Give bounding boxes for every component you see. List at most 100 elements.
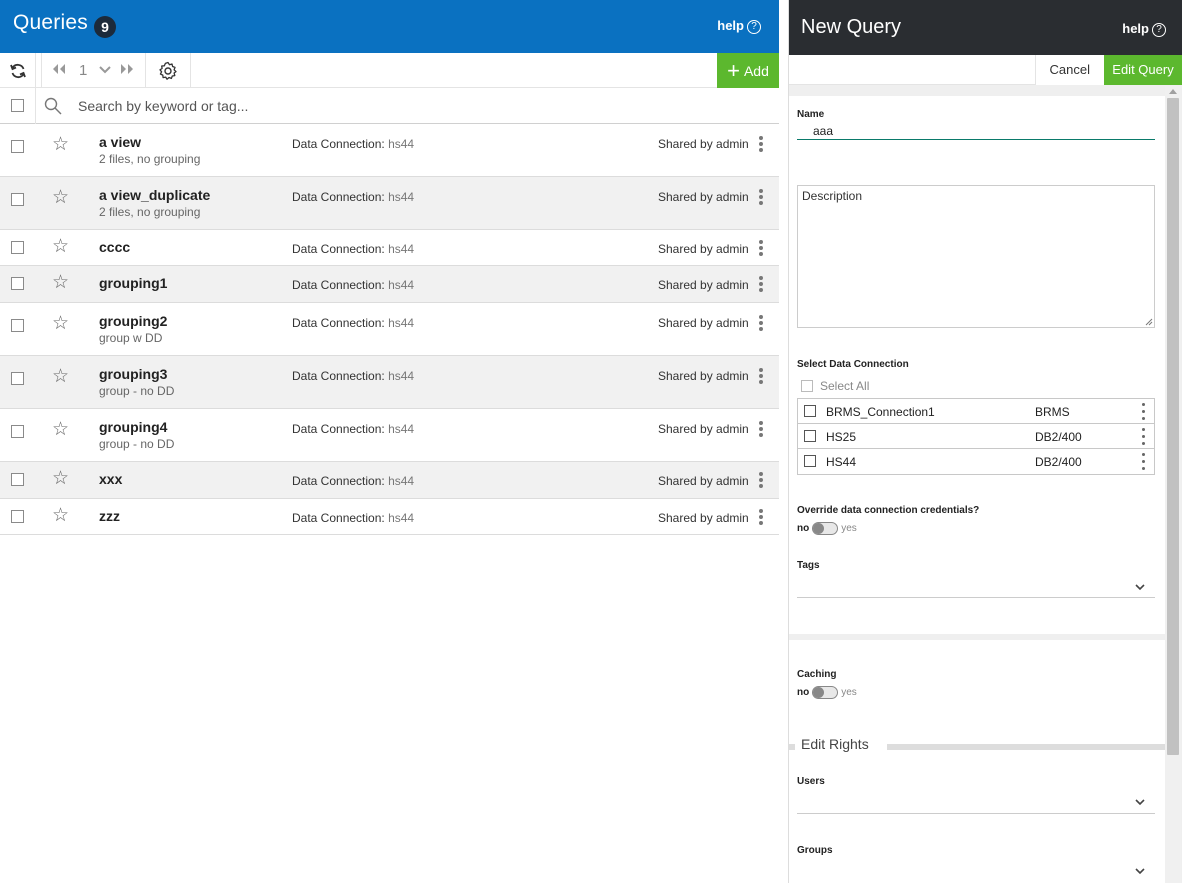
more-options-icon[interactable] <box>756 134 766 154</box>
table-row[interactable]: ☆ xxx Data Connection: hs44 Shared by ad… <box>0 462 779 499</box>
star-icon[interactable]: ☆ <box>52 314 69 334</box>
query-name[interactable]: grouping2 <box>99 313 167 329</box>
table-row[interactable]: ☆ cccc Data Connection: hs44 Shared by a… <box>0 230 779 266</box>
table-row[interactable]: ☆ a view_duplicate 2 files, no grouping … <box>0 177 779 230</box>
row-checkbox[interactable] <box>11 510 24 523</box>
help-link[interactable]: help? <box>1122 21 1166 37</box>
star-icon[interactable]: ☆ <box>52 506 69 526</box>
row-checkbox[interactable] <box>11 277 24 290</box>
search-row <box>0 88 779 124</box>
more-options-icon[interactable] <box>756 238 766 258</box>
more-options-icon[interactable] <box>1142 453 1146 470</box>
caching-toggle[interactable]: no yes <box>797 686 857 699</box>
star-icon[interactable]: ☆ <box>52 237 69 257</box>
refresh-button[interactable] <box>0 53 35 88</box>
query-name[interactable]: xxx <box>99 471 122 487</box>
query-name[interactable]: a view <box>99 134 141 150</box>
data-connection: Data Connection: hs44 <box>292 511 414 525</box>
description-field[interactable] <box>797 185 1155 328</box>
row-checkbox[interactable] <box>11 193 24 206</box>
panel-title: New Query <box>801 16 902 38</box>
query-name[interactable]: a view_duplicate <box>99 187 210 203</box>
star-icon[interactable]: ☆ <box>52 420 69 440</box>
search-input[interactable] <box>78 96 578 116</box>
star-icon[interactable]: ☆ <box>52 273 69 293</box>
connection-checkbox[interactable] <box>804 405 816 417</box>
scroll-thumb[interactable] <box>1167 98 1179 755</box>
more-options-icon[interactable] <box>1142 428 1146 445</box>
cancel-button[interactable]: Cancel <box>1034 55 1104 85</box>
row-checkbox[interactable] <box>11 473 24 486</box>
connection-checkbox[interactable] <box>804 430 816 442</box>
resize-grip-icon[interactable] <box>1145 318 1153 326</box>
refresh-icon <box>9 63 26 78</box>
users-dropdown[interactable] <box>797 813 1155 814</box>
select-data-connection-label: Select Data Connection <box>797 359 909 370</box>
more-options-icon[interactable] <box>756 274 766 294</box>
connection-row[interactable]: HS25 DB2/400 <box>798 424 1154 449</box>
first-page-button[interactable] <box>51 62 67 79</box>
table-row[interactable]: ☆ grouping3 group - no DD Data Connectio… <box>0 356 779 409</box>
toggle-switch[interactable] <box>812 522 839 535</box>
more-options-icon[interactable] <box>756 419 766 439</box>
row-checkbox[interactable] <box>11 372 24 385</box>
chevron-down-icon[interactable] <box>1135 582 1145 592</box>
edit-query-button[interactable]: Edit Query <box>1104 55 1182 85</box>
select-all-checkbox[interactable] <box>11 99 24 112</box>
help-link[interactable]: help? <box>717 18 761 34</box>
query-name[interactable]: zzz <box>99 508 120 524</box>
more-options-icon[interactable] <box>756 313 766 333</box>
table-row[interactable]: ☆ a view 2 files, no grouping Data Conne… <box>0 124 779 177</box>
row-checkbox[interactable] <box>11 425 24 438</box>
more-options-icon[interactable] <box>756 366 766 386</box>
toggle-yes-label: yes <box>841 687 857 698</box>
select-all-connections[interactable]: Select All <box>801 379 869 393</box>
add-button[interactable]: + Add <box>717 53 779 88</box>
query-description: group w DD <box>99 331 163 345</box>
query-name[interactable]: cccc <box>99 239 130 255</box>
star-icon[interactable]: ☆ <box>52 135 69 155</box>
query-name[interactable]: grouping1 <box>99 275 167 291</box>
query-name[interactable]: grouping4 <box>99 419 167 435</box>
page-select-button[interactable] <box>99 62 112 79</box>
query-description: 2 files, no grouping <box>99 152 201 166</box>
table-row[interactable]: ☆ zzz Data Connection: hs44 Shared by ad… <box>0 499 779 535</box>
data-connection: Data Connection: hs44 <box>292 316 414 330</box>
scroll-up-icon[interactable] <box>1169 89 1177 94</box>
more-options-icon[interactable] <box>756 187 766 207</box>
data-connection-label: Data Connection: <box>292 422 385 436</box>
form-scrollbar[interactable] <box>1165 86 1181 883</box>
queries-header: Queries 9 help? <box>0 0 779 53</box>
override-credentials-toggle[interactable]: no yes <box>797 522 857 535</box>
toggle-yes-label: yes <box>841 523 857 534</box>
override-credentials-label: Override data connection credentials? <box>797 505 980 516</box>
star-icon[interactable]: ☆ <box>52 469 69 489</box>
query-name[interactable]: grouping3 <box>99 366 167 382</box>
help-label: help <box>717 18 744 33</box>
query-list: ☆ a view 2 files, no grouping Data Conne… <box>0 124 779 535</box>
chevron-down-icon[interactable] <box>1135 866 1145 876</box>
last-page-button[interactable] <box>119 62 135 79</box>
row-checkbox[interactable] <box>11 140 24 153</box>
toggle-switch[interactable] <box>812 686 839 699</box>
connection-checkbox[interactable] <box>804 455 816 467</box>
star-icon[interactable]: ☆ <box>52 367 69 387</box>
name-field[interactable] <box>797 122 1155 140</box>
table-row[interactable]: ☆ grouping1 Data Connection: hs44 Shared… <box>0 266 779 303</box>
more-options-icon[interactable] <box>756 470 766 490</box>
row-checkbox[interactable] <box>11 241 24 254</box>
table-row[interactable]: ☆ grouping4 group - no DD Data Connectio… <box>0 409 779 462</box>
connection-row[interactable]: HS44 DB2/400 <box>798 449 1154 474</box>
table-row[interactable]: ☆ grouping2 group w DD Data Connection: … <box>0 303 779 356</box>
more-options-icon[interactable] <box>1142 403 1146 420</box>
row-checkbox[interactable] <box>11 319 24 332</box>
connection-row[interactable]: BRMS_Connection1 BRMS <box>798 399 1154 424</box>
new-query-header: New Query help? <box>789 0 1182 55</box>
more-options-icon[interactable] <box>756 507 766 527</box>
query-description: 2 files, no grouping <box>99 205 201 219</box>
tags-dropdown[interactable] <box>797 597 1155 598</box>
select-all-checkbox[interactable] <box>801 380 813 392</box>
star-icon[interactable]: ☆ <box>52 188 69 208</box>
settings-button[interactable] <box>146 53 190 88</box>
chevron-down-icon[interactable] <box>1135 797 1145 807</box>
